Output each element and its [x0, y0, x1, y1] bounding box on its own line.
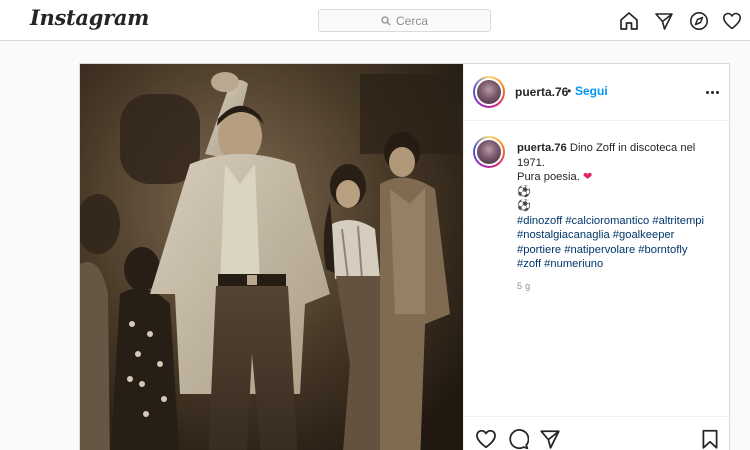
- avatar-image: [477, 80, 501, 104]
- like-icon[interactable]: [474, 427, 498, 450]
- hashtag-link[interactable]: #portiere: [517, 244, 561, 256]
- hashtag-link[interactable]: #natipervolare: [564, 244, 635, 256]
- post-sidebar: puerta.76 • Segui puerta.76 Dino Zoff in…: [463, 64, 732, 450]
- save-icon[interactable]: [698, 427, 722, 450]
- separator-dot: •: [567, 84, 572, 98]
- avatar[interactable]: [473, 76, 505, 108]
- instagram-logo[interactable]: Instagram: [30, 5, 149, 30]
- caption-username[interactable]: puerta.76: [517, 142, 567, 154]
- search-placeholder: Cerca: [395, 13, 428, 28]
- share-icon[interactable]: [538, 427, 562, 450]
- follow-button[interactable]: Segui: [575, 84, 608, 98]
- post-timestamp[interactable]: 5 g: [517, 281, 530, 291]
- search-icon: [381, 15, 391, 25]
- hashtag-link[interactable]: #nostalgiacanaglia: [517, 229, 610, 241]
- hashtag-link[interactable]: #altritempi: [652, 215, 704, 227]
- soccer-ball-emoji-icon: ⚽: [517, 185, 531, 198]
- hashtag-link[interactable]: #dinozoff: [517, 215, 562, 227]
- search-input[interactable]: Cerca: [318, 9, 491, 32]
- caption-avatar[interactable]: [473, 136, 505, 168]
- more-options-icon[interactable]: [702, 82, 722, 102]
- post-card: puerta.76 • Segui puerta.76 Dino Zoff in…: [79, 63, 732, 450]
- hashtag-link[interactable]: #calcioromantico: [565, 215, 649, 227]
- post-header: puerta.76 • Segui: [464, 64, 732, 121]
- caption-line2: Pura poesia.: [517, 171, 580, 183]
- direct-icon[interactable]: [652, 9, 676, 33]
- post-username[interactable]: puerta.76: [515, 85, 568, 99]
- home-icon[interactable]: [617, 9, 641, 33]
- post-actions: [464, 416, 732, 450]
- heart-emoji-icon: ❤: [582, 171, 593, 183]
- hashtag-link[interactable]: #goalkeeper: [613, 229, 675, 241]
- explore-icon[interactable]: [687, 9, 711, 33]
- caption-avatar-image: [477, 140, 501, 164]
- soccer-ball-emoji-icon: ⚽: [517, 200, 531, 212]
- activity-icon[interactable]: [720, 9, 744, 33]
- post-caption: puerta.76 Dino Zoff in discoteca nel 197…: [517, 141, 717, 272]
- disco-photo-illustration: [80, 64, 463, 450]
- post-photo[interactable]: [80, 64, 463, 450]
- hashtag-link[interactable]: #borntofly: [638, 244, 687, 256]
- hashtag-link[interactable]: #numeriuno: [544, 258, 603, 270]
- top-bar: Instagram Cerca: [0, 0, 750, 41]
- comment-icon[interactable]: [506, 427, 530, 450]
- hashtag-link[interactable]: #zoff: [517, 258, 541, 270]
